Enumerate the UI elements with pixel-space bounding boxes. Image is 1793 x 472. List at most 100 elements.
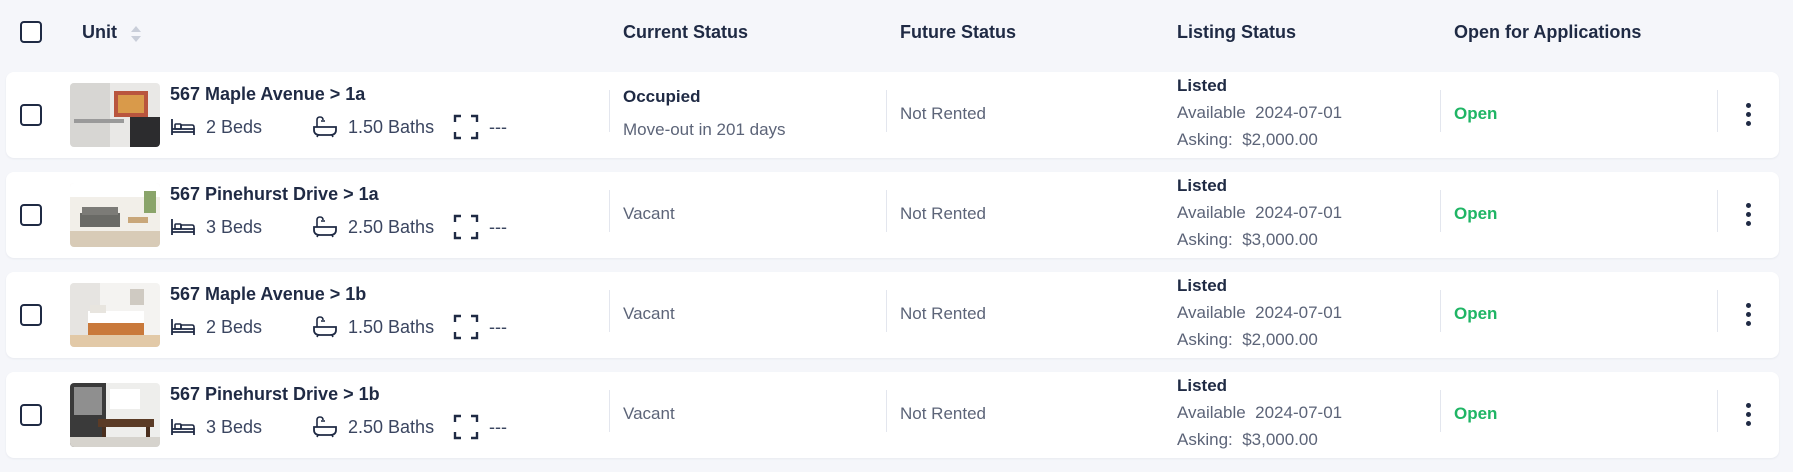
bed-icon xyxy=(171,319,195,335)
available-date: 2024-07-01 xyxy=(1255,303,1343,322)
row-checkbox[interactable] xyxy=(20,404,42,426)
column-divider xyxy=(886,190,887,232)
bed-icon xyxy=(171,419,195,435)
baths-spec: 1.50 Baths xyxy=(312,114,434,140)
unit-title[interactable]: 567 Maple Avenue > 1a xyxy=(170,84,365,105)
header-current-status: Current Status xyxy=(623,22,749,42)
available-line: Available 2024-07-01 xyxy=(1177,303,1342,323)
area-label: --- xyxy=(489,216,507,237)
future-status: Not Rented xyxy=(900,404,986,423)
applications-status[interactable]: Open xyxy=(1454,304,1497,324)
listing-status: Listed xyxy=(1177,376,1228,395)
current-status-detail: Move-out in 201 days xyxy=(623,120,786,139)
column-divider xyxy=(1440,90,1441,132)
row-checkbox[interactable] xyxy=(20,304,42,326)
baths-label: 2.50 Baths xyxy=(348,216,435,237)
column-divider xyxy=(886,290,887,332)
available-line: Available 2024-07-01 xyxy=(1177,103,1342,123)
area-icon xyxy=(453,214,479,240)
column-divider xyxy=(1717,190,1718,232)
select-all-checkbox[interactable] xyxy=(20,21,42,43)
beds-label: 3 Beds xyxy=(206,416,263,437)
header-unit[interactable]: Unit xyxy=(82,22,117,43)
future-status: Not Rented xyxy=(900,104,986,123)
current-status: Vacant xyxy=(623,304,675,323)
asking-line: Asking: $2,000.00 xyxy=(1177,130,1318,150)
unit-row[interactable]: 567 Maple Avenue > 1b 2 Beds 1.50 Baths … xyxy=(6,272,1779,358)
area-icon xyxy=(453,314,479,340)
unit-title[interactable]: 567 Pinehurst Drive > 1a xyxy=(170,184,379,205)
unit-row[interactable]: 567 Pinehurst Drive > 1b 3 Beds 2.50 Bat… xyxy=(6,372,1779,458)
unit-photo[interactable] xyxy=(70,83,160,147)
beds-spec: 3 Beds xyxy=(170,414,262,440)
bath-icon xyxy=(313,416,337,438)
baths-spec: 2.50 Baths xyxy=(312,214,434,240)
area-spec: --- xyxy=(453,214,507,240)
applications-status[interactable]: Open xyxy=(1454,104,1497,124)
kebab-menu-icon[interactable] xyxy=(1738,298,1758,330)
unit-title[interactable]: 567 Pinehurst Drive > 1b xyxy=(170,384,380,405)
beds-label: 2 Beds xyxy=(206,316,263,337)
asking-label: Asking: xyxy=(1177,130,1233,149)
applications-status[interactable]: Open xyxy=(1454,204,1497,224)
area-spec: --- xyxy=(453,414,507,440)
kebab-menu-icon[interactable] xyxy=(1738,398,1758,430)
current-status: Vacant xyxy=(623,204,675,223)
available-date: 2024-07-01 xyxy=(1255,203,1343,222)
column-divider xyxy=(1717,90,1718,132)
asking-line: Asking: $3,000.00 xyxy=(1177,230,1318,250)
column-divider xyxy=(609,90,610,132)
bed-icon xyxy=(171,119,195,135)
available-date: 2024-07-01 xyxy=(1255,103,1343,122)
available-label: Available xyxy=(1177,203,1246,222)
available-label: Available xyxy=(1177,303,1246,322)
beds-label: 3 Beds xyxy=(206,216,263,237)
kebab-menu-icon[interactable] xyxy=(1738,198,1758,230)
asking-line: Asking: $2,000.00 xyxy=(1177,330,1318,350)
column-divider xyxy=(609,190,610,232)
baths-label: 1.50 Baths xyxy=(348,316,435,337)
asking-value: $2,000.00 xyxy=(1242,130,1318,149)
available-date: 2024-07-01 xyxy=(1255,403,1343,422)
unit-photo[interactable] xyxy=(70,183,160,247)
unit-row[interactable]: 567 Maple Avenue > 1a 2 Beds 1.50 Baths … xyxy=(6,72,1779,158)
column-divider xyxy=(1717,390,1718,432)
listing-status: Listed xyxy=(1177,276,1228,295)
column-divider xyxy=(609,290,610,332)
available-label: Available xyxy=(1177,403,1246,422)
beds-label: 2 Beds xyxy=(206,116,263,137)
current-status: Vacant xyxy=(623,404,675,423)
beds-spec: 3 Beds xyxy=(170,214,262,240)
column-divider xyxy=(1440,190,1441,232)
row-checkbox[interactable] xyxy=(20,204,42,226)
unit-title[interactable]: 567 Maple Avenue > 1b xyxy=(170,284,366,305)
asking-label: Asking: xyxy=(1177,330,1233,349)
listing-status: Listed xyxy=(1177,176,1228,195)
column-divider xyxy=(886,390,887,432)
area-label: --- xyxy=(489,116,507,137)
asking-line: Asking: $3,000.00 xyxy=(1177,430,1318,450)
unit-photo[interactable] xyxy=(70,383,160,447)
kebab-menu-icon[interactable] xyxy=(1738,98,1758,130)
beds-spec: 2 Beds xyxy=(170,314,262,340)
unit-row[interactable]: 567 Pinehurst Drive > 1a 3 Beds 2.50 Bat… xyxy=(6,172,1779,258)
area-spec: --- xyxy=(453,114,507,140)
column-divider xyxy=(1440,390,1441,432)
asking-value: $3,000.00 xyxy=(1242,230,1318,249)
sort-icon[interactable] xyxy=(130,24,142,44)
applications-status[interactable]: Open xyxy=(1454,404,1497,424)
row-checkbox[interactable] xyxy=(20,104,42,126)
current-status: Occupied xyxy=(623,87,701,106)
column-divider xyxy=(886,90,887,132)
listing-status: Listed xyxy=(1177,76,1228,95)
baths-label: 2.50 Baths xyxy=(348,416,435,437)
area-icon xyxy=(453,414,479,440)
asking-label: Asking: xyxy=(1177,430,1233,449)
area-label: --- xyxy=(489,416,507,437)
bath-icon xyxy=(313,316,337,338)
area-label: --- xyxy=(489,316,507,337)
asking-value: $2,000.00 xyxy=(1242,330,1318,349)
unit-photo[interactable] xyxy=(70,283,160,347)
bed-icon xyxy=(171,219,195,235)
area-icon xyxy=(453,114,479,140)
